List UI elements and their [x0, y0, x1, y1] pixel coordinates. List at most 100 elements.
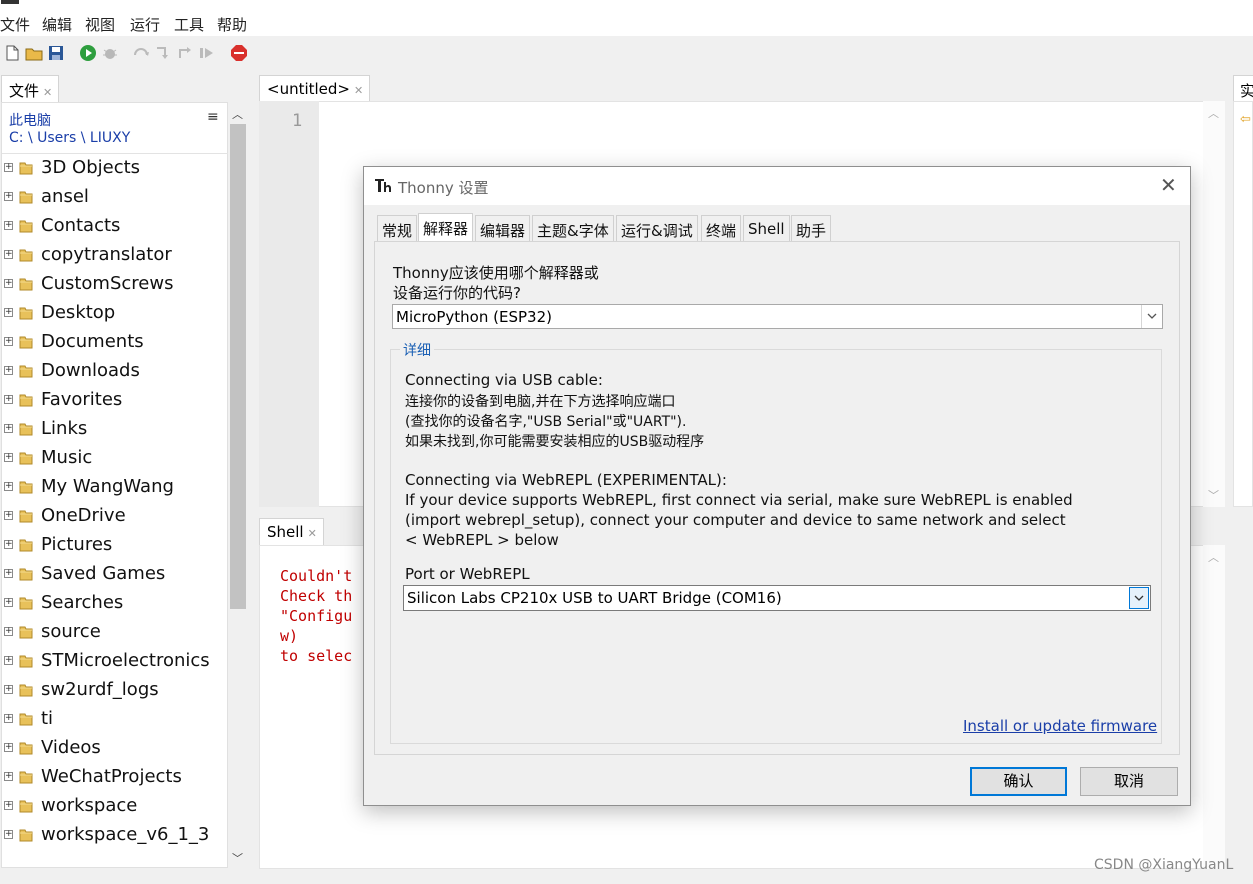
tab-shell-settings[interactable]: Shell [743, 215, 790, 241]
file-row[interactable]: + Pictures [2, 531, 228, 560]
file-scrollbar[interactable]: ︿ ﹀ [228, 102, 248, 868]
chevron-up-icon[interactable]: ︿ [232, 106, 243, 122]
expand-icon[interactable]: + [4, 250, 13, 259]
open-folder-icon[interactable] [25, 44, 43, 62]
expand-icon[interactable]: + [4, 627, 13, 636]
file-row[interactable]: + Saved Games [2, 560, 228, 589]
file-row[interactable]: + workspace [2, 792, 228, 821]
expand-icon[interactable]: + [4, 830, 13, 839]
file-location[interactable]: 此电脑 [9, 110, 51, 130]
arrow-left-icon[interactable]: ⇦ [1240, 112, 1251, 127]
new-file-icon[interactable] [3, 44, 21, 62]
ok-button[interactable]: 确认 [970, 767, 1067, 796]
install-firmware-link[interactable]: Install or update firmware [963, 717, 1157, 735]
file-row[interactable]: + Favorites [2, 386, 228, 415]
file-path-breadcrumb[interactable]: C: \ Users \ LIUXY [9, 130, 130, 146]
tab-assistant[interactable]: 助手 [791, 215, 832, 241]
menu-edit[interactable]: 编辑 [42, 14, 72, 35]
file-row[interactable]: + ansel [2, 183, 228, 212]
file-row[interactable]: + Music [2, 444, 228, 473]
expand-icon[interactable]: + [4, 279, 13, 288]
close-icon[interactable]: ✕ [354, 84, 363, 97]
menu-run[interactable]: 运行 [130, 14, 160, 35]
expand-icon[interactable]: + [4, 540, 13, 549]
tab-untitled[interactable]: <untitled> ✕ [259, 75, 371, 102]
tab-terminal[interactable]: 终端 [701, 215, 742, 241]
file-panel-menu-icon[interactable]: ≡ [207, 109, 219, 125]
chevron-down-icon[interactable] [1129, 587, 1149, 609]
file-row[interactable]: + Documents [2, 328, 228, 357]
expand-icon[interactable]: + [4, 801, 13, 810]
close-icon[interactable]: ✕ [308, 527, 317, 540]
file-row[interactable]: + workspace_v6_1_3 [2, 821, 228, 850]
expand-icon[interactable]: + [4, 221, 13, 230]
file-row[interactable]: + Contacts [2, 212, 228, 241]
tab-interpreter[interactable]: 解释器 [418, 213, 474, 242]
tab-general[interactable]: 常规 [377, 215, 418, 241]
interpreter-select[interactable]: MicroPython (ESP32) [392, 304, 1163, 329]
expand-icon[interactable]: + [4, 482, 13, 491]
stop-icon[interactable] [230, 44, 248, 62]
menu-view[interactable]: 视图 [85, 14, 115, 35]
tab-run-debug[interactable]: 运行&调试 [616, 215, 698, 241]
expand-icon[interactable]: + [4, 511, 13, 520]
file-row[interactable]: + CustomScrews [2, 270, 228, 299]
scroll-thumb[interactable] [230, 124, 246, 609]
shell-scrollbar[interactable]: ︿ [1203, 545, 1225, 869]
expand-icon[interactable]: + [4, 685, 13, 694]
expand-icon[interactable]: + [4, 163, 13, 172]
save-icon[interactable] [47, 44, 65, 62]
run-icon[interactable] [79, 44, 97, 62]
step-into-icon[interactable] [154, 44, 172, 62]
expand-icon[interactable]: + [4, 743, 13, 752]
file-row[interactable]: + Links [2, 415, 228, 444]
tab-shell[interactable]: Shell ✕ [259, 518, 324, 545]
expand-icon[interactable]: + [4, 772, 13, 781]
file-row[interactable]: + copytranslator [2, 241, 228, 270]
chevron-up-icon[interactable]: ︿ [1208, 105, 1219, 121]
file-row[interactable]: + Downloads [2, 357, 228, 386]
file-row[interactable]: + My WangWang [2, 473, 228, 502]
expand-icon[interactable]: + [4, 453, 13, 462]
debug-icon[interactable] [101, 44, 119, 62]
expand-icon[interactable]: + [4, 714, 13, 723]
expand-icon[interactable]: + [4, 366, 13, 375]
expand-icon[interactable]: + [4, 308, 13, 317]
file-row[interactable]: + Videos [2, 734, 228, 763]
expand-icon[interactable]: + [4, 337, 13, 346]
expand-icon[interactable]: + [4, 395, 13, 404]
step-out-icon[interactable] [176, 44, 194, 62]
close-icon[interactable]: ✕ [43, 86, 52, 99]
cancel-button[interactable]: 取消 [1080, 767, 1178, 796]
file-row[interactable]: + source [2, 618, 228, 647]
menu-help[interactable]: 帮助 [217, 14, 247, 35]
chevron-down-icon[interactable]: ﹀ [1208, 487, 1219, 503]
tab-files[interactable]: 文件 ✕ [1, 75, 60, 102]
chevron-down-icon[interactable] [1141, 305, 1162, 328]
editor-scrollbar[interactable]: ︿ ﹀ [1203, 101, 1225, 507]
chevron-down-icon[interactable]: ﹀ [232, 850, 243, 866]
menu-file[interactable]: 文件 [0, 14, 30, 35]
expand-icon[interactable]: + [4, 656, 13, 665]
tab-editor[interactable]: 编辑器 [475, 215, 531, 241]
close-icon[interactable]: ✕ [1160, 173, 1177, 197]
file-row[interactable]: + Desktop [2, 299, 228, 328]
expand-icon[interactable]: + [4, 192, 13, 201]
port-select[interactable]: Silicon Labs CP210x USB to UART Bridge (… [403, 585, 1151, 611]
file-row[interactable]: +3D Objects [2, 154, 228, 183]
tab-theme-font[interactable]: 主题&字体 [532, 215, 614, 241]
tab-right-panel[interactable]: 实 [1233, 75, 1253, 102]
file-row[interactable]: + sw2urdf_logs [2, 676, 228, 705]
menu-tools[interactable]: 工具 [174, 14, 204, 35]
expand-icon[interactable]: + [4, 569, 13, 578]
file-row[interactable]: + STMicroelectronics [2, 647, 228, 676]
expand-icon[interactable]: + [4, 424, 13, 433]
step-over-icon[interactable] [132, 44, 150, 62]
file-row[interactable]: + OneDrive [2, 502, 228, 531]
chevron-up-icon[interactable]: ︿ [1208, 549, 1219, 565]
file-row[interactable]: + Searches [2, 589, 228, 618]
resume-icon[interactable] [198, 44, 216, 62]
file-row[interactable]: + ti [2, 705, 228, 734]
file-row[interactable]: + WeChatProjects [2, 763, 228, 792]
expand-icon[interactable]: + [4, 598, 13, 607]
